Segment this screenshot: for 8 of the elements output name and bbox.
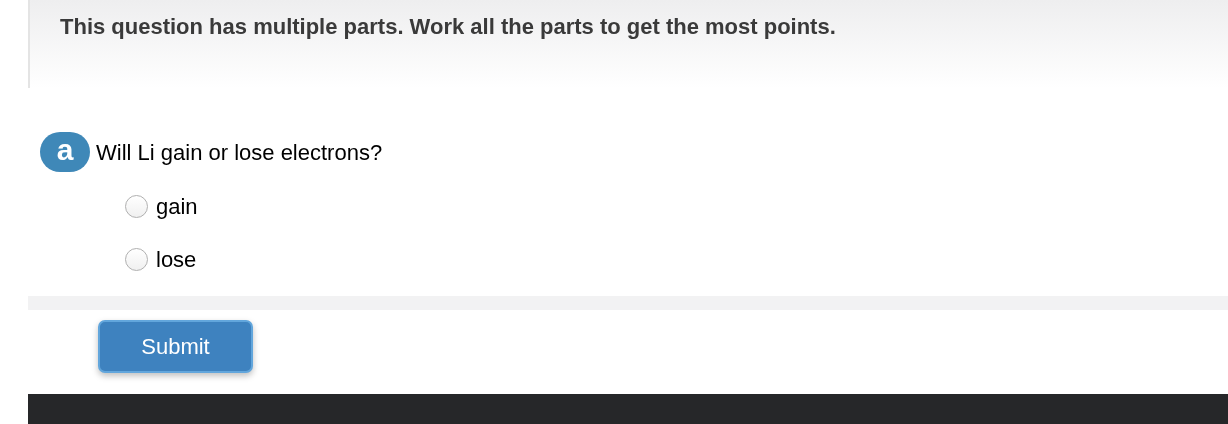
radio-button[interactable]: [125, 248, 148, 271]
question-text: Will Li gain or lose electrons?: [96, 138, 383, 167]
part-badge: a: [40, 132, 90, 172]
radio-button[interactable]: [125, 195, 148, 218]
option-label: gain: [156, 193, 198, 221]
submit-button[interactable]: Submit: [98, 320, 253, 373]
option-label: lose: [156, 246, 197, 274]
instructions-text: This question has multiple parts. Work all the parts to get the most points.: [60, 13, 836, 41]
